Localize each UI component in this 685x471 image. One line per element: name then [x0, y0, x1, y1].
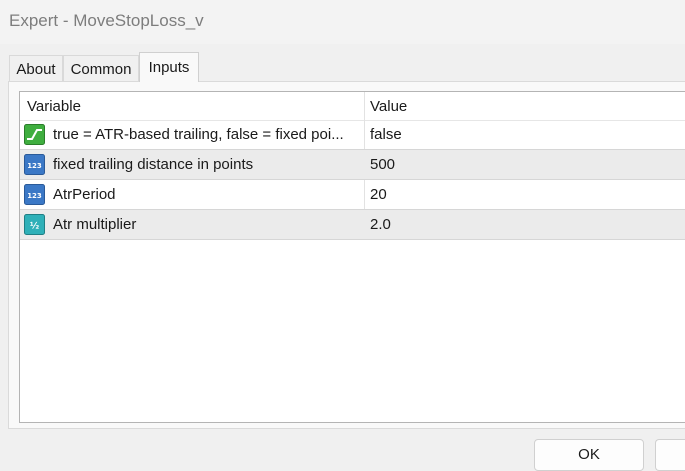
bool-icon	[24, 124, 45, 145]
int-icon: 123	[24, 154, 45, 175]
svg-text:123: 123	[27, 162, 42, 170]
tab-common[interactable]: Common	[63, 55, 139, 82]
int-icon: 123	[24, 184, 45, 205]
variable-name: true = ATR-based trailing, false = fixed…	[53, 126, 344, 143]
table-row[interactable]: 123 AtrPeriod 20	[20, 180, 685, 210]
window-title: Expert - MoveStopLoss_v	[9, 11, 204, 30]
tab-about-label: About	[16, 61, 56, 78]
column-header-variable[interactable]: Variable	[27, 98, 81, 115]
variable-name: fixed trailing distance in points	[53, 156, 254, 173]
tab-about[interactable]: About	[9, 55, 63, 82]
table-row[interactable]: 123 fixed trailing distance in points 50…	[20, 150, 685, 180]
tab-inputs[interactable]: Inputs	[139, 52, 199, 82]
variable-value[interactable]: 20	[370, 186, 387, 203]
tab-common-label: Common	[70, 61, 132, 78]
cancel-button[interactable]	[655, 439, 685, 471]
variable-value[interactable]: false	[370, 126, 402, 143]
variable-value[interactable]: 2.0	[370, 216, 391, 233]
variable-value[interactable]: 500	[370, 156, 395, 173]
tab-inputs-label: Inputs	[148, 59, 190, 76]
inputs-table: Variable Value true = ATR-based trailing…	[19, 91, 685, 423]
variable-name: Atr multiplier	[53, 216, 137, 233]
column-header-value[interactable]: Value	[370, 98, 407, 115]
variable-name: AtrPeriod	[53, 186, 116, 203]
table-header: Variable Value	[20, 92, 685, 121]
svg-text:½: ½	[30, 221, 39, 232]
double-icon: ½	[24, 214, 45, 235]
table-row[interactable]: true = ATR-based trailing, false = fixed…	[20, 120, 685, 150]
title-bar: Expert - MoveStopLoss_v	[0, 0, 685, 44]
ok-button-label: OK	[578, 446, 600, 463]
table-row[interactable]: ½ Atr multiplier 2.0	[20, 210, 685, 240]
svg-text:123: 123	[27, 192, 42, 200]
tab-bar: About Common Inputs	[0, 52, 685, 82]
ok-button[interactable]: OK	[534, 439, 644, 471]
